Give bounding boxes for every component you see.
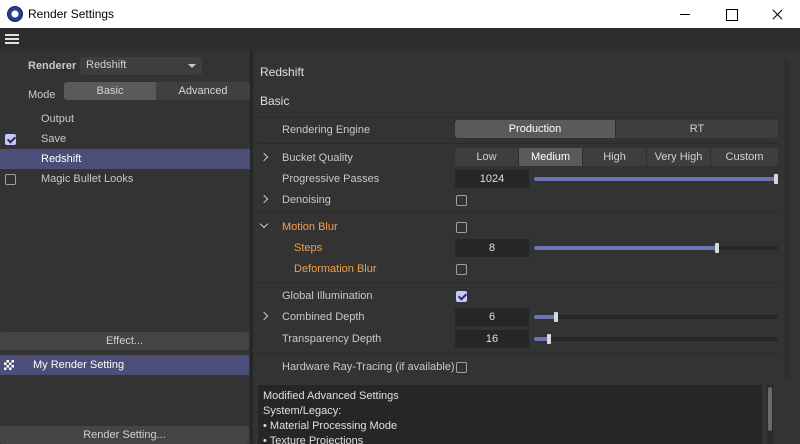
bucket-option-low[interactable]: Low xyxy=(455,148,519,166)
steps-slider[interactable] xyxy=(534,243,778,253)
transparency-depth-label: Transparency Depth xyxy=(282,333,382,345)
close-button[interactable] xyxy=(754,0,800,28)
render-setting-label: My Render Setting xyxy=(33,359,125,371)
bucket-quality-label: Bucket Quality xyxy=(282,152,353,164)
list-item-label: Redshift xyxy=(41,153,82,165)
denoising-label: Denoising xyxy=(282,194,331,206)
rendering-engine-label: Rendering Engine xyxy=(282,124,371,136)
combined-depth-label: Combined Depth xyxy=(282,311,365,323)
slider-handle[interactable] xyxy=(774,174,778,184)
chevron-down-icon[interactable] xyxy=(259,219,269,229)
effect-button[interactable]: Effect... xyxy=(0,332,249,350)
magic-bullet-looks-checkbox[interactable] xyxy=(5,174,16,185)
section-title: Basic xyxy=(260,94,290,108)
separator xyxy=(258,282,778,283)
bucket-option-very-high[interactable]: Very High xyxy=(647,148,711,166)
mode-tab-basic[interactable]: Basic xyxy=(64,82,156,100)
settings-list: Output Save Redshift Magic Bullet Looks xyxy=(0,109,250,189)
list-item-label: Output xyxy=(41,113,75,125)
combined-depth-slider[interactable] xyxy=(534,312,778,322)
list-item-label: Save xyxy=(41,133,67,145)
checker-icon xyxy=(4,360,14,370)
transparency-depth-field[interactable]: 16 xyxy=(455,330,529,348)
render-setting-item[interactable]: My Render Setting xyxy=(0,355,249,375)
combined-depth-field[interactable]: 6 xyxy=(455,308,529,326)
engine-option-rt[interactable]: RT xyxy=(616,120,778,138)
slider-handle[interactable] xyxy=(715,243,719,253)
maximize-button[interactable] xyxy=(708,0,754,28)
denoising-checkbox[interactable] xyxy=(456,195,467,206)
slider-handle[interactable] xyxy=(554,312,558,322)
scrollbar-thumb[interactable] xyxy=(768,387,772,431)
progressive-passes-slider[interactable] xyxy=(534,174,778,184)
motion-blur-checkbox[interactable] xyxy=(456,222,467,233)
mode-label: Mode xyxy=(28,89,56,101)
deformation-blur-label: Deformation Blur xyxy=(294,263,377,275)
separator xyxy=(258,143,778,144)
chevron-right-icon[interactable] xyxy=(259,152,269,162)
renderer-dropdown[interactable]: Redshift xyxy=(80,57,202,75)
renderer-label: Renderer xyxy=(28,60,77,72)
minimize-button[interactable] xyxy=(662,0,708,28)
render-setting-button[interactable]: Render Setting... xyxy=(0,426,249,444)
bucket-option-medium[interactable]: Medium xyxy=(519,148,583,166)
motion-blur-label: Motion Blur xyxy=(282,221,338,233)
chevron-right-icon[interactable] xyxy=(259,194,269,204)
hardware-ray-tracing-checkbox[interactable] xyxy=(456,362,467,373)
steps-label: Steps xyxy=(294,242,323,254)
list-item-label: Magic Bullet Looks xyxy=(41,173,134,185)
steps-field[interactable]: 8 xyxy=(455,239,529,257)
renderer-dropdown-value: Redshift xyxy=(86,59,127,71)
rendering-engine-selector: Production RT xyxy=(455,120,778,138)
chevron-right-icon[interactable] xyxy=(259,311,269,321)
global-illumination-checkbox[interactable] xyxy=(456,291,467,302)
title-bar: Render Settings xyxy=(0,0,800,28)
bucket-quality-selector: Low Medium High Very High Custom xyxy=(455,148,778,166)
bucket-option-custom[interactable]: Custom xyxy=(711,148,778,166)
notes-scrollbar[interactable] xyxy=(767,385,773,444)
menu-bar xyxy=(0,28,800,51)
list-item-save[interactable]: Save xyxy=(0,129,250,149)
progressive-passes-field[interactable]: 1024 xyxy=(455,170,529,188)
slider-handle[interactable] xyxy=(547,334,551,344)
list-item-redshift[interactable]: Redshift xyxy=(0,149,250,169)
right-panel: Redshift Basic Rendering Engine Producti… xyxy=(253,51,800,444)
notes-line: Modified Advanced Settings xyxy=(263,390,399,402)
hardware-ray-tracing-label: Hardware Ray-Tracing (if available) xyxy=(282,361,455,373)
transparency-depth-slider[interactable] xyxy=(534,334,778,344)
separator xyxy=(258,353,778,354)
engine-option-production[interactable]: Production xyxy=(455,120,616,138)
hamburger-menu-icon[interactable] xyxy=(5,34,19,45)
slider-fill xyxy=(534,315,556,319)
window-title: Render Settings xyxy=(28,7,115,21)
save-checkbox[interactable] xyxy=(5,134,16,145)
chevron-down-icon xyxy=(188,64,196,68)
global-illumination-label: Global Illumination xyxy=(282,290,373,302)
page-title: Redshift xyxy=(260,65,305,79)
notes-line: • Texture Projections xyxy=(263,435,364,444)
list-item-output[interactable]: Output xyxy=(0,109,250,129)
bucket-option-high[interactable]: High xyxy=(583,148,647,166)
list-item-magic-bullet-looks[interactable]: Magic Bullet Looks xyxy=(0,169,250,189)
cinema4d-app-icon xyxy=(7,6,23,22)
separator xyxy=(258,212,778,213)
panel-scrollbar[interactable] xyxy=(784,59,789,379)
deformation-blur-checkbox[interactable] xyxy=(456,264,467,275)
progressive-passes-label: Progressive Passes xyxy=(282,173,380,185)
slider-fill xyxy=(534,177,778,181)
left-panel: Renderer Redshift Mode Basic Advanced Ou… xyxy=(0,51,250,444)
separator xyxy=(258,117,778,118)
slider-fill xyxy=(534,246,717,250)
mode-tab-advanced[interactable]: Advanced xyxy=(156,82,250,100)
notes-line: • Material Processing Mode xyxy=(263,420,398,432)
modified-settings-notes: Modified Advanced Settings System/Legacy… xyxy=(258,385,762,444)
notes-line: System/Legacy: xyxy=(263,405,342,417)
